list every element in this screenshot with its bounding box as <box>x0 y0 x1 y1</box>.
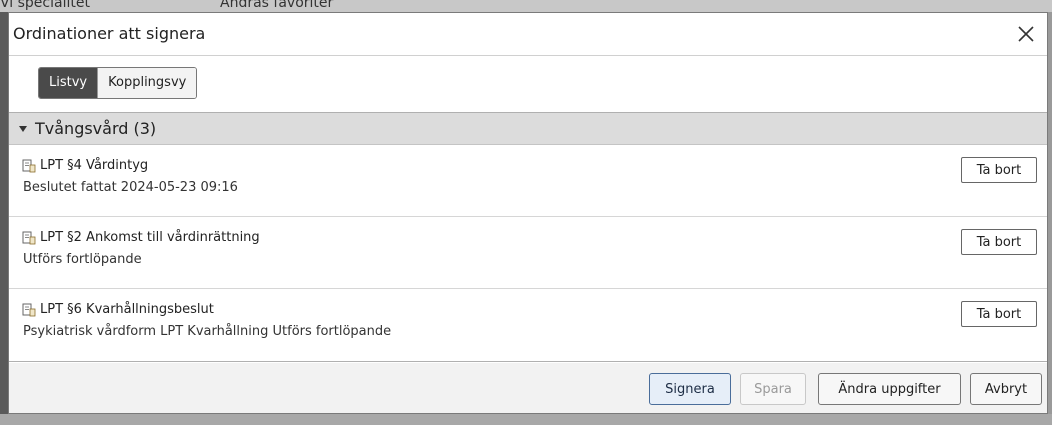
sign-button[interactable]: Signera <box>649 373 731 405</box>
list-view-button[interactable]: Listvy <box>39 68 98 98</box>
dialog-footer: Signera Spara Ändra uppgifter Avbryt <box>9 363 1047 413</box>
remove-button[interactable]: Ta bort <box>961 301 1037 327</box>
dialog-titlebar: Ordinationer att signera <box>9 13 1047 56</box>
background-bottom-edge <box>0 414 1052 425</box>
view-toggle: Listvy Kopplingsvy <box>38 67 198 99</box>
document-icon <box>22 159 36 172</box>
cancel-button[interactable]: Avbryt <box>970 373 1042 405</box>
sign-orders-dialog: Ordinationer att signera Listvy Koppling… <box>8 12 1048 414</box>
background-app-strip: Vi specialitet Andras favoriter <box>0 0 1052 12</box>
remove-button[interactable]: Ta bort <box>961 157 1037 183</box>
order-subtitle: Beslutet fattat 2024-05-23 09:16 <box>23 180 238 195</box>
remove-button[interactable]: Ta bort <box>961 229 1037 255</box>
document-icon <box>22 303 36 316</box>
background-text-right: Andras favoriter <box>220 0 334 11</box>
document-icon <box>22 231 36 244</box>
close-icon[interactable] <box>1011 19 1041 49</box>
dialog-title: Ordinationer att signera <box>13 24 206 43</box>
group-header-compulsory-care[interactable]: Tvångsvård (3) <box>9 113 1047 145</box>
order-row: LPT §6 Kvarhållningsbeslut Psykiatrisk v… <box>9 289 1047 361</box>
group-label: Tvångsvård (3) <box>35 119 157 138</box>
order-row: LPT §2 Ankomst till vårdinrättning Utför… <box>9 217 1047 289</box>
link-view-button[interactable]: Kopplingsvy <box>97 68 197 98</box>
save-button[interactable]: Spara <box>740 373 806 405</box>
order-row: LPT §4 Vårdintyg Beslutet fattat 2024-05… <box>9 145 1047 217</box>
order-subtitle: Utförs fortlöpande <box>23 252 142 267</box>
background-text-left: Vi specialitet <box>0 0 90 11</box>
order-subtitle: Psykiatrisk vårdform LPT Kvarhållning Ut… <box>23 324 392 339</box>
background-left-edge <box>0 12 8 425</box>
expand-triangle-icon <box>19 125 27 132</box>
edit-details-button[interactable]: Ändra uppgifter <box>818 373 961 405</box>
orders-list: Tvångsvård (3) LPT §4 Vårdintyg Beslutet… <box>9 112 1047 362</box>
order-title: LPT §4 Vårdintyg <box>40 158 149 173</box>
order-title: LPT §6 Kvarhållningsbeslut <box>40 302 214 317</box>
order-title: LPT §2 Ankomst till vårdinrättning <box>40 230 260 245</box>
